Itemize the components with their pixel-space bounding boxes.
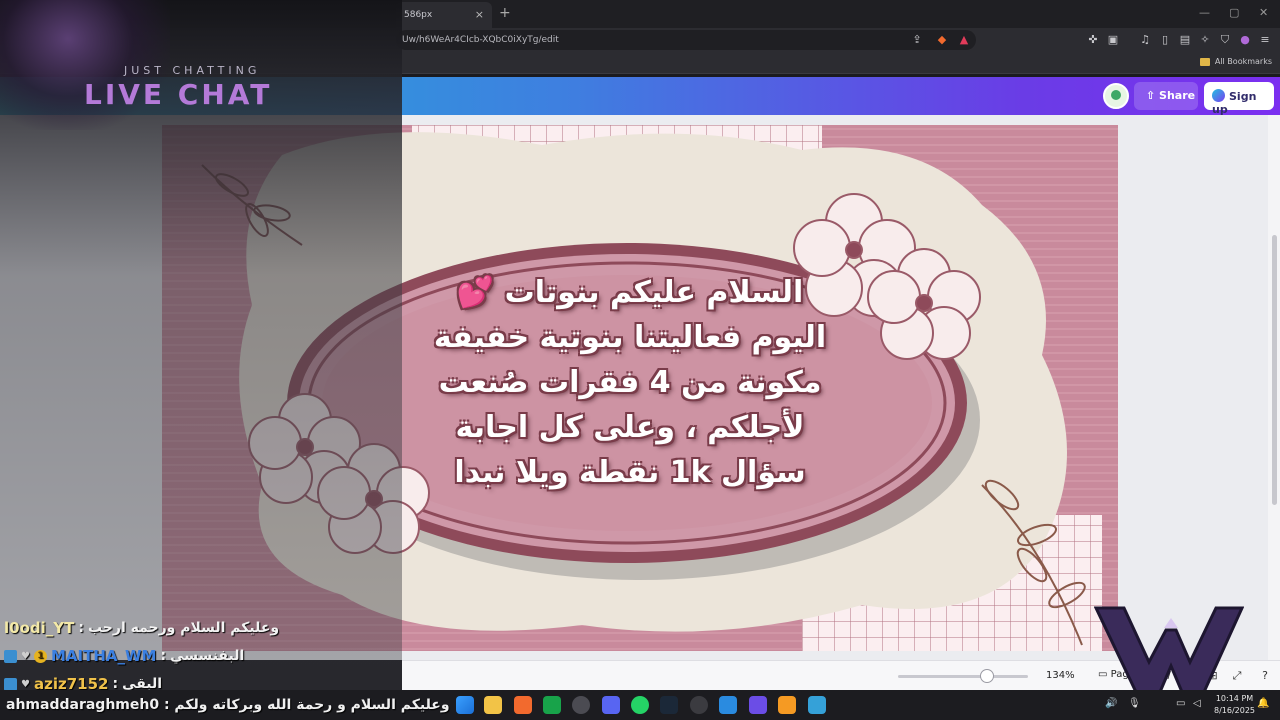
slide-line-3: مكونة من 4 فقرات صُنعت bbox=[438, 365, 822, 400]
obs-icon[interactable] bbox=[572, 696, 590, 714]
zoom-value[interactable]: 134% bbox=[1046, 670, 1075, 681]
screenshot-icon[interactable]: ▣ bbox=[1107, 34, 1119, 46]
windows-start-icon[interactable] bbox=[456, 696, 474, 714]
close-window-icon[interactable]: ✕ bbox=[1259, 6, 1268, 19]
help-icon[interactable]: ? bbox=[1258, 669, 1272, 683]
slide-line-5: سؤال 1k نقطة ويلا نبدا bbox=[454, 455, 806, 490]
url-input[interactable]: Uw/h6WeAr4CIcb-XQbC0iXyTg/edit bbox=[396, 30, 976, 50]
overlay-title: LIVE CHAT bbox=[84, 78, 273, 111]
app-icon[interactable] bbox=[690, 696, 708, 714]
avatar[interactable] bbox=[1103, 83, 1129, 109]
whatsapp-icon[interactable] bbox=[631, 696, 649, 714]
file-explorer-icon[interactable] bbox=[484, 696, 502, 714]
url-text: Uw/h6WeAr4CIcb-XQbC0iXyTg/edit bbox=[402, 35, 559, 45]
signup-button[interactable]: Sign up bbox=[1204, 82, 1274, 116]
menu-icon[interactable]: ≡ bbox=[1259, 34, 1271, 46]
chat-text: البفنسسي bbox=[170, 648, 245, 664]
tab-close-icon[interactable]: × bbox=[475, 8, 484, 21]
notifications-icon[interactable]: 🔔 bbox=[1257, 698, 1269, 709]
store-icon[interactable] bbox=[808, 696, 826, 714]
shield-icon[interactable]: ⛉ bbox=[1219, 34, 1231, 46]
steam-icon[interactable] bbox=[660, 696, 678, 714]
mic-icon[interactable]: 🎙 bbox=[1128, 698, 1141, 709]
share-page-icon[interactable]: ⇪ bbox=[911, 34, 923, 46]
extensions-icon[interactable]: ✜ bbox=[1087, 34, 1099, 46]
overlay-subtitle: JUST CHATTING bbox=[124, 64, 261, 77]
warning-app-icon[interactable] bbox=[778, 696, 796, 714]
chat-username: l0odi_YT bbox=[4, 619, 75, 637]
chat-separator: : bbox=[160, 648, 167, 664]
clock[interactable]: 10:14 PM 8/16/2025 bbox=[1214, 693, 1255, 717]
slide-line-4: لأجلكم ، وعلى كل اجابة bbox=[455, 410, 805, 445]
subscriber-badge-icon bbox=[4, 649, 17, 663]
sidebar-icon[interactable]: ▯ bbox=[1159, 34, 1171, 46]
slide-line-1: السلام عليكم بنوتات 💕 bbox=[405, 270, 855, 315]
chat-list: l0odi_YT : وعليكم السلام ورحمه ارحب ♥ 1 … bbox=[4, 614, 404, 698]
launcher-icon[interactable] bbox=[749, 696, 767, 714]
heart-badge-icon: ♥ bbox=[21, 678, 30, 690]
xbox-icon[interactable] bbox=[543, 696, 561, 714]
chat-separator: : bbox=[78, 620, 84, 636]
vpn-icon[interactable] bbox=[719, 696, 737, 714]
slide-line-2: اليوم فعاليتنا بنوتية خفيفة bbox=[433, 320, 827, 355]
streamer-w-logo-icon bbox=[1094, 606, 1244, 694]
profile-icon[interactable]: ● bbox=[1239, 34, 1251, 46]
stream-overlay: JUST CHATTING LIVE CHAT bbox=[0, 0, 402, 690]
chat-message: ♥ 1 MAITHA_WM : البفنسسي bbox=[4, 642, 404, 670]
volume-icon[interactable]: 🔊 bbox=[1105, 698, 1117, 709]
clock-date: 8/16/2025 bbox=[1214, 706, 1256, 715]
all-bookmarks[interactable]: All Bookmarks bbox=[1199, 57, 1272, 66]
hearts-emoji-icon: 💕 bbox=[456, 275, 495, 310]
music-icon[interactable]: ♫ bbox=[1139, 34, 1151, 46]
screen: 586px × + — ▢ ✕ Uw/h6WeAr4CIcb-XQbC0iXyT… bbox=[0, 0, 1280, 720]
maximize-icon[interactable]: ▢ bbox=[1229, 6, 1239, 19]
minimize-icon[interactable]: — bbox=[1199, 6, 1210, 19]
gold-badge-icon: 1 bbox=[33, 649, 47, 663]
brave-icon[interactable] bbox=[514, 696, 532, 714]
canva-logo-icon bbox=[1212, 89, 1225, 102]
share-button[interactable]: ⇧ Share bbox=[1134, 82, 1198, 110]
subscriber-badge-icon bbox=[4, 677, 17, 691]
brave-rewards-icon[interactable]: ▲ bbox=[958, 34, 970, 46]
share-label: Share bbox=[1159, 89, 1196, 102]
chat-username: MAITHA_WM bbox=[50, 647, 157, 665]
taskbar-chat-message: ahmaddaraghmeh0 : وعليكم السلام و رحمة ا… bbox=[6, 697, 450, 713]
scrollbar-thumb[interactable] bbox=[1272, 235, 1277, 505]
folder-icon bbox=[1199, 57, 1210, 66]
share-icon: ⇧ bbox=[1146, 89, 1160, 102]
network-icon[interactable]: ▭ bbox=[1176, 698, 1185, 709]
speaker-icon[interactable]: ◁ bbox=[1193, 698, 1201, 709]
browser-tab[interactable]: 586px × bbox=[396, 2, 492, 28]
leo-icon[interactable]: ✧ bbox=[1199, 34, 1211, 46]
wallet-icon[interactable]: ▤ bbox=[1179, 34, 1191, 46]
scrollbar[interactable] bbox=[1268, 115, 1280, 660]
clock-time: 10:14 PM bbox=[1215, 694, 1254, 703]
zoom-slider[interactable] bbox=[898, 675, 1028, 678]
all-bookmarks-label: All Bookmarks bbox=[1214, 57, 1272, 66]
taskbar: ahmaddaraghmeh0 : وعليكم السلام و رحمة ا… bbox=[0, 690, 1280, 720]
brave-shield-icon[interactable]: ◆ bbox=[936, 34, 948, 46]
zoom-slider-knob[interactable] bbox=[980, 669, 994, 683]
tab-title: 586px bbox=[404, 10, 433, 20]
discord-icon[interactable] bbox=[602, 696, 620, 714]
heart-badge-icon: ♥ bbox=[21, 650, 30, 662]
new-tab-icon[interactable]: + bbox=[499, 5, 511, 21]
chat-text: وعليكم السلام ورحمه ارحب bbox=[87, 620, 280, 636]
slide-text[interactable]: السلام عليكم بنوتات 💕 اليوم فعاليتنا بنو… bbox=[405, 270, 855, 495]
chat-message: l0odi_YT : وعليكم السلام ورحمه ارحب bbox=[4, 614, 404, 642]
